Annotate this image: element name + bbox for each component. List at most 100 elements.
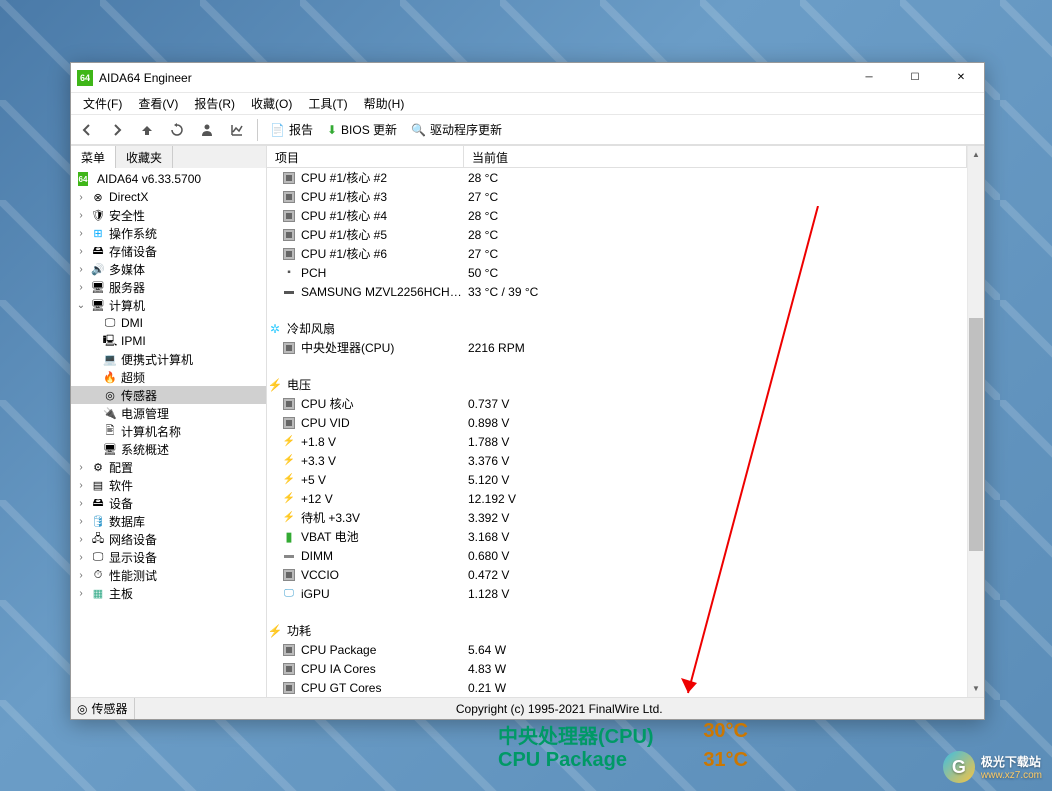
col-item[interactable]: 项目 [267, 146, 464, 167]
driver-update-button[interactable]: 🔍 驱动程序更新 [407, 119, 506, 140]
tree-item-benchmark[interactable]: ›⏱性能测试 [71, 566, 266, 584]
menu-tools[interactable]: 工具(T) [300, 93, 355, 114]
row-icon [281, 396, 297, 412]
tree-item-power[interactable]: 🔌电源管理 [71, 404, 266, 422]
database-icon: 🛢 [90, 513, 106, 529]
tree-item-storage[interactable]: ›🖴存储设备 [71, 242, 266, 260]
chart-button[interactable] [225, 118, 249, 142]
row-icon [281, 246, 297, 262]
list-row[interactable]: ⚡+1.8 V1.788 V [267, 432, 967, 451]
row-icon [281, 208, 297, 224]
list-row[interactable]: ⚡待机 +3.3V3.392 V [267, 508, 967, 527]
vertical-scrollbar[interactable]: ▲ ▼ [967, 146, 984, 697]
tree-root[interactable]: 64 AIDA64 v6.33.5700 [71, 170, 266, 188]
plug-icon: 🔌 [102, 405, 118, 421]
list-row[interactable]: ⚡+12 V12.192 V [267, 489, 967, 508]
nav-forward-button[interactable] [105, 118, 129, 142]
tree-item-dmi[interactable]: 🖵DMI [71, 314, 266, 332]
row-icon [281, 227, 297, 243]
user-button[interactable] [195, 118, 219, 142]
menu-help[interactable]: 帮助(H) [356, 93, 413, 114]
menu-file[interactable]: 文件(F) [75, 93, 130, 114]
list-row[interactable]: ▬DIMM0.680 V [267, 546, 967, 565]
list-row[interactable]: ▪PCH50 °C [267, 263, 967, 282]
list-row[interactable]: CPU GT Cores0.21 W [267, 678, 967, 697]
tree-item-ipmi[interactable]: 🖳IPMI [71, 332, 266, 350]
menu-favorites[interactable]: 收藏(O) [243, 93, 300, 114]
list-row[interactable]: 中央处理器(CPU)2216 RPM [267, 338, 967, 357]
report-button[interactable]: 📄 报告 [266, 119, 317, 140]
gear-icon: ⚙ [90, 459, 106, 475]
copyright-label: Copyright (c) 1995-2021 FinalWire Ltd. [134, 698, 985, 719]
temperature-hud: 中央处理器(CPU)30°C CPU Package31°C [498, 720, 748, 772]
tree-item-network[interactable]: ›🖧网络设备 [71, 530, 266, 548]
nav-back-button[interactable] [75, 118, 99, 142]
section-header: ⚡功耗 [267, 621, 967, 640]
row-icon [281, 189, 297, 205]
tree-item-multimedia[interactable]: ›🔊多媒体 [71, 260, 266, 278]
tree-item-server[interactable]: ›🖥服务器 [71, 278, 266, 296]
pc-icon: 🖥 [102, 441, 118, 457]
list-row[interactable]: CPU 核心0.737 V [267, 394, 967, 413]
minimize-button[interactable]: ─ [846, 63, 892, 92]
menu-view[interactable]: 查看(V) [130, 93, 186, 114]
list-row[interactable]: VCCIO0.472 V [267, 565, 967, 584]
app-icon: 64 [77, 70, 93, 86]
sidebar-tab-menu[interactable]: 菜单 [71, 146, 116, 168]
close-button[interactable]: ✕ [938, 63, 984, 92]
tree-item-portable[interactable]: 💻便携式计算机 [71, 350, 266, 368]
scroll-down-button[interactable]: ▼ [968, 680, 984, 697]
list-row[interactable]: 🖵iGPU1.128 V [267, 584, 967, 603]
toolbar: 📄 报告 ⬇ BIOS 更新 🔍 驱动程序更新 [71, 115, 984, 145]
row-icon: ⚡ [281, 510, 297, 526]
tree-item-motherboard[interactable]: ›▦主板 [71, 584, 266, 602]
tree-view[interactable]: 64 AIDA64 v6.33.5700 ›⊗DirectX ›🛡安全性 ›⊞操… [71, 168, 266, 697]
row-icon: ⚡ [281, 472, 297, 488]
tree-item-computer[interactable]: ⌄🖥计算机 [71, 296, 266, 314]
row-icon: ⚡ [281, 453, 297, 469]
section-header: ✲冷却风扇 [267, 319, 967, 338]
list-row[interactable]: CPU #1/核心 #428 °C [267, 206, 967, 225]
list-row[interactable]: CPU Package5.64 W [267, 640, 967, 659]
directx-icon: ⊗ [90, 189, 106, 205]
tree-item-display[interactable]: ›🖵显示设备 [71, 548, 266, 566]
fire-icon: 🔥 [102, 369, 118, 385]
tree-item-software[interactable]: ›▤软件 [71, 476, 266, 494]
col-value[interactable]: 当前值 [464, 146, 967, 167]
nav-up-button[interactable] [135, 118, 159, 142]
card-icon: 🖹 [102, 423, 118, 439]
tree-item-database[interactable]: ›🛢数据库 [71, 512, 266, 530]
download-icon: ⬇ [327, 123, 337, 137]
tree-item-config[interactable]: ›⚙配置 [71, 458, 266, 476]
refresh-button[interactable] [165, 118, 189, 142]
sidebar-tab-favorites[interactable]: 收藏夹 [116, 146, 173, 168]
tree-item-devices[interactable]: ›🖴设备 [71, 494, 266, 512]
list-row[interactable]: ⚡+3.3 V3.376 V [267, 451, 967, 470]
list-row[interactable]: CPU #1/核心 #327 °C [267, 187, 967, 206]
list-row[interactable]: ▬SAMSUNG MZVL2256HCHQ...33 °C / 39 °C [267, 282, 967, 301]
tree-item-security[interactable]: ›🛡安全性 [71, 206, 266, 224]
scroll-thumb[interactable] [969, 318, 983, 551]
list-row[interactable]: CPU #1/核心 #627 °C [267, 244, 967, 263]
tree-item-directx[interactable]: ›⊗DirectX [71, 188, 266, 206]
drive-icon: 🖴 [90, 243, 106, 259]
statusbar: ◎ 传感器 Copyright (c) 1995-2021 FinalWire … [71, 697, 984, 719]
bios-update-button[interactable]: ⬇ BIOS 更新 [323, 119, 401, 140]
list-row[interactable]: ⚡+5 V5.120 V [267, 470, 967, 489]
list-row[interactable]: CPU #1/核心 #528 °C [267, 225, 967, 244]
tree-item-sensor[interactable]: ◎传感器 [71, 386, 266, 404]
tree-item-summary[interactable]: 🖥系统概述 [71, 440, 266, 458]
site-watermark: G 极光下载站 www.xz7.com [943, 751, 1042, 783]
device-icon: 🖴 [90, 495, 106, 511]
tree-item-overclock[interactable]: 🔥超频 [71, 368, 266, 386]
scroll-up-button[interactable]: ▲ [968, 146, 984, 163]
list-row[interactable]: CPU VID0.898 V [267, 413, 967, 432]
tree-item-os[interactable]: ›⊞操作系统 [71, 224, 266, 242]
menu-report[interactable]: 报告(R) [186, 93, 243, 114]
list-row[interactable]: CPU #1/核心 #228 °C [267, 168, 967, 187]
tree-item-name[interactable]: 🖹计算机名称 [71, 422, 266, 440]
list-row[interactable]: ▮VBAT 电池3.168 V [267, 527, 967, 546]
list-row[interactable]: CPU IA Cores4.83 W [267, 659, 967, 678]
maximize-button[interactable]: ☐ [892, 63, 938, 92]
board-icon: ▦ [90, 585, 106, 601]
